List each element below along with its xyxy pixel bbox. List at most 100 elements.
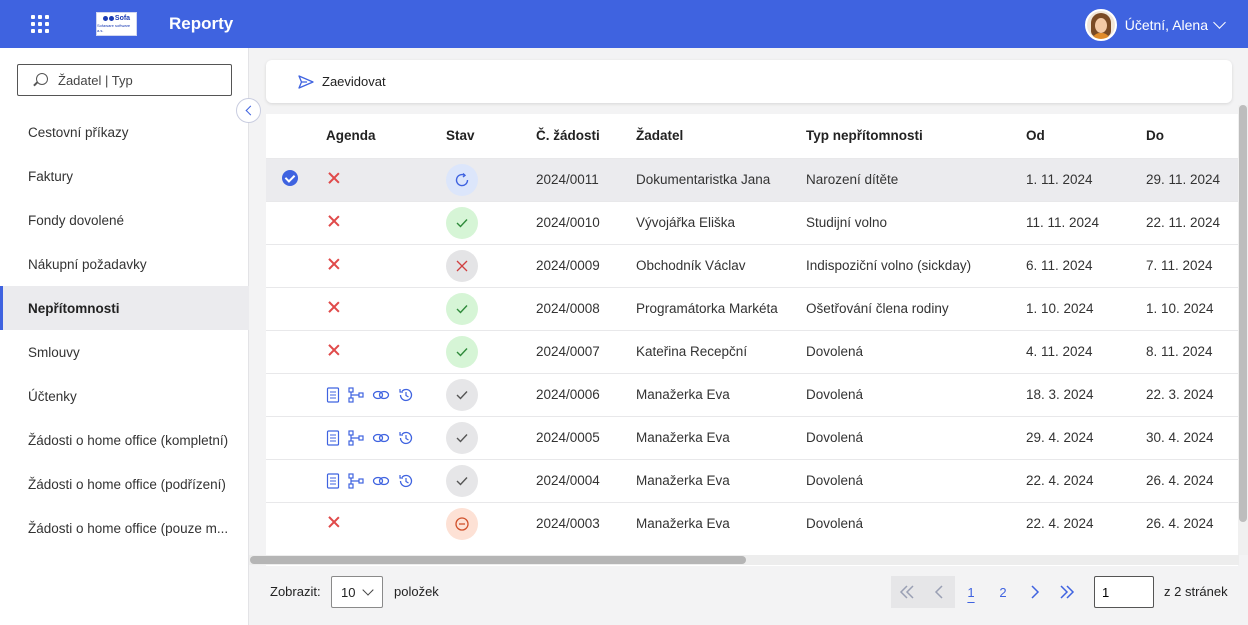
previous-page-button[interactable] <box>923 576 955 608</box>
sidebar-item-nakupni-pozadavky[interactable]: Nákupní požadavky <box>0 242 249 286</box>
document-icon[interactable] <box>326 386 340 403</box>
first-page-button[interactable] <box>891 576 923 608</box>
table-row[interactable]: 2024/0003 Manažerka Eva Dovolená 22. 4. 202… <box>266 501 1238 545</box>
app-launcher-icon[interactable] <box>31 15 49 33</box>
table-row[interactable]: 2024/0006 Manažerka Eva Dovolená 18. 3. 202… <box>266 372 1238 416</box>
history-icon[interactable] <box>398 430 414 446</box>
sidebar-item-nepritomnosti[interactable]: Nepřítomnosti <box>0 286 249 330</box>
page-number-input[interactable] <box>1094 576 1154 608</box>
check-circle-icon[interactable] <box>282 170 298 186</box>
history-icon[interactable] <box>398 473 414 489</box>
agenda-cell <box>326 286 446 330</box>
close-icon <box>327 515 341 529</box>
status-completed <box>446 464 478 497</box>
from-cell: 4. 11. 2024 <box>1026 329 1146 373</box>
agenda-cell <box>326 372 446 416</box>
status-rejected <box>446 249 478 282</box>
column-number[interactable]: Č. žádosti <box>536 114 636 158</box>
company-logo[interactable]: Sofa Sofaware software a.s. <box>96 12 137 36</box>
history-icon[interactable] <box>398 387 414 403</box>
register-label: Zaevidovat <box>322 74 386 89</box>
sidebar-item-home-office-kompletni[interactable]: Žádosti o home office (kompletní) <box>0 418 249 462</box>
column-agenda[interactable]: Agenda <box>326 114 446 158</box>
document-icon[interactable] <box>326 472 340 489</box>
sidebar-item-home-office-pouze[interactable]: Žádosti o home office (pouze m... <box>0 506 249 550</box>
search-box[interactable] <box>17 64 232 96</box>
workflow-icon[interactable] <box>348 472 364 489</box>
vertical-scrollbar[interactable] <box>1238 105 1248 555</box>
row-select-cell[interactable] <box>266 458 326 502</box>
document-icon[interactable] <box>326 429 340 446</box>
column-applicant[interactable]: Žadatel <box>636 114 806 158</box>
absence-table: Agenda Stav Č. žádosti Žadatel Typ nepří… <box>266 114 1238 566</box>
page-size-select[interactable]: 10 <box>331 576 383 608</box>
column-from[interactable]: Od <box>1026 114 1146 158</box>
agenda-cell <box>326 200 446 244</box>
number-cell: 2024/0007 <box>536 329 636 373</box>
page-size-value: 10 <box>341 584 356 600</box>
horizontal-scrollbar[interactable] <box>249 555 1239 565</box>
agenda-cell <box>326 329 446 373</box>
double-chevron-left-icon <box>899 585 914 599</box>
applicant-cell: Dokumentaristka Jana <box>636 157 806 201</box>
sidebar-item-faktury[interactable]: Faktury <box>0 154 249 198</box>
link-icon[interactable] <box>372 474 390 488</box>
collapse-sidebar-button[interactable] <box>236 98 261 123</box>
table-row[interactable]: 2024/0008 Programátorka Markéta Ošetřování… <box>266 286 1238 330</box>
row-select-cell[interactable] <box>266 329 326 373</box>
row-select-cell[interactable] <box>266 200 326 244</box>
to-cell: 26. 4. 2024 <box>1146 501 1238 545</box>
next-page-button[interactable] <box>1019 576 1051 608</box>
sidebar-item-cestovni-prikazy[interactable]: Cestovní příkazy <box>0 110 249 154</box>
row-select-cell[interactable] <box>266 286 326 330</box>
agenda-cell <box>326 415 446 459</box>
table-row[interactable]: 2024/0009 Obchodník Václav Indispoziční vo… <box>266 243 1238 287</box>
register-button[interactable]: Zaevidovat <box>298 74 386 89</box>
column-type[interactable]: Typ nepřítomnosti <box>806 114 1026 158</box>
workflow-icon[interactable] <box>348 386 364 403</box>
sidebar-item-uctenky[interactable]: Účtenky <box>0 374 249 418</box>
row-select-cell[interactable] <box>266 501 326 545</box>
from-cell: 22. 4. 2024 <box>1026 501 1146 545</box>
agenda-actions <box>326 472 446 489</box>
avatar <box>1084 9 1117 41</box>
number-cell: 2024/0011 <box>536 157 636 201</box>
from-cell: 18. 3. 2024 <box>1026 372 1146 416</box>
status-cell <box>446 458 536 502</box>
table-header-row: Agenda Stav Č. žádosti Žadatel Typ nepří… <box>266 114 1238 158</box>
sidebar-item-fondy-dovolene[interactable]: Fondy dovolené <box>0 198 249 242</box>
search-input[interactable] <box>58 72 218 88</box>
page-1-button[interactable]: 1 <box>955 576 987 608</box>
applicant-cell: Manažerka Eva <box>636 415 806 459</box>
chevron-down-icon <box>362 584 374 596</box>
sidebar-item-home-office-podrizeni[interactable]: Žádosti o home office (podřízení) <box>0 462 249 506</box>
last-page-button[interactable] <box>1051 576 1083 608</box>
row-select-cell[interactable] <box>266 157 326 201</box>
column-to[interactable]: Do <box>1146 114 1238 158</box>
column-status[interactable]: Stav <box>446 114 536 158</box>
number-cell: 2024/0004 <box>536 458 636 502</box>
table-row[interactable]: 2024/0005 Manažerka Eva Dovolená 29. 4. 202… <box>266 415 1238 459</box>
minus-circle-icon <box>455 517 469 531</box>
applicant-cell: Vývojářka Eliška <box>636 200 806 244</box>
row-select-cell[interactable] <box>266 415 326 459</box>
status-cancelled <box>446 507 478 540</box>
type-cell: Ošetřování člena rodiny <box>806 286 1026 330</box>
type-cell: Dovolená <box>806 501 1026 545</box>
table-row[interactable]: 2024/0007 Kateřina Recepční Dovolená 4. 11.… <box>266 329 1238 373</box>
type-cell: Indispoziční volno (sickday) <box>806 243 1026 287</box>
row-select-cell[interactable] <box>266 243 326 287</box>
sidebar-item-smlouvy[interactable]: Smlouvy <box>0 330 249 374</box>
link-icon[interactable] <box>372 388 390 402</box>
status-completed <box>446 421 478 454</box>
page-2-button[interactable]: 2 <box>987 576 1019 608</box>
table-row[interactable]: 2024/0011 Dokumentaristka Jana Narození dí… <box>266 157 1238 201</box>
link-icon[interactable] <box>372 431 390 445</box>
type-cell: Dovolená <box>806 458 1026 502</box>
row-select-cell[interactable] <box>266 372 326 416</box>
table-row[interactable]: 2024/0004 Manažerka Eva Dovolená 22. 4. 202… <box>266 458 1238 502</box>
workflow-icon[interactable] <box>348 429 364 446</box>
applicant-cell: Obchodník Václav <box>636 243 806 287</box>
user-menu[interactable]: Účetní, Alena <box>1084 9 1226 41</box>
table-row[interactable]: 2024/0010 Vývojářka Eliška Studijní volno 1… <box>266 200 1238 244</box>
